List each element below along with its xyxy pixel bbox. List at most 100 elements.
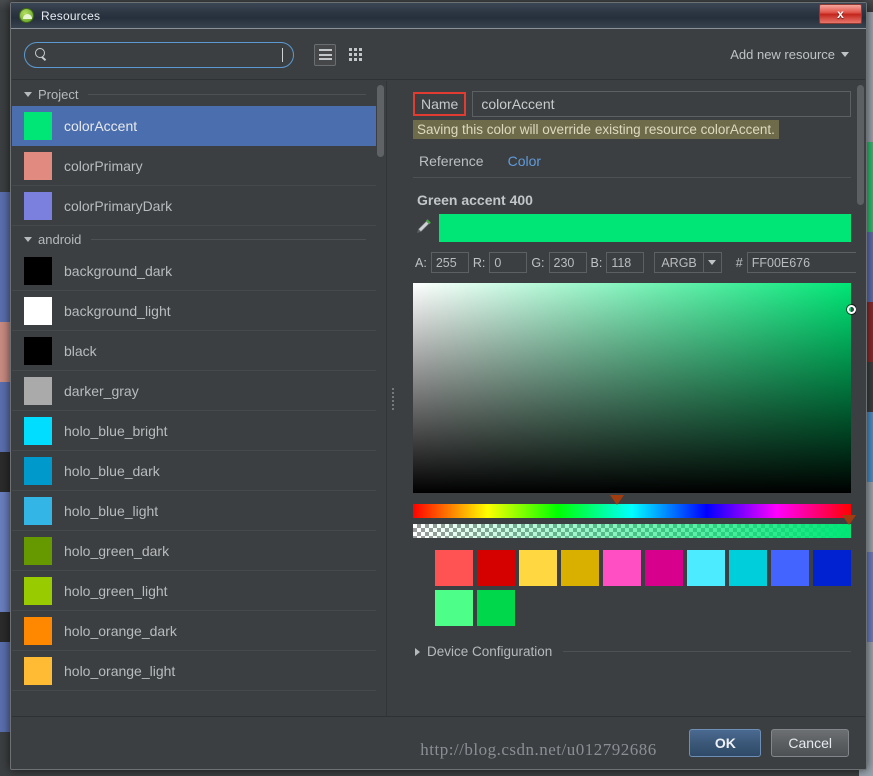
list-view-button[interactable] (314, 43, 336, 66)
editor-tabs: Reference Color (413, 139, 851, 178)
green-label: G: (531, 255, 545, 270)
resource-group-header[interactable]: Project (12, 81, 376, 106)
sv-cursor-icon[interactable] (847, 305, 856, 314)
resource-list[interactable]: Project colorAccent colorPrimary colorPrima… (12, 81, 376, 716)
group-divider (88, 94, 366, 95)
search-box[interactable] (24, 41, 294, 68)
pane-splitter[interactable] (387, 81, 399, 716)
resource-group-header[interactable]: android (12, 226, 376, 251)
add-new-resource-button[interactable]: Add new resource (730, 47, 851, 62)
view-mode-buttons (314, 43, 366, 66)
resource-item-label: colorPrimary (64, 157, 143, 174)
resource-list-item[interactable]: darker_gray (12, 371, 376, 411)
resource-item-label: background_dark (64, 262, 173, 279)
resource-item-label: holo_orange_light (64, 662, 176, 679)
tab-color[interactable]: Color (508, 153, 541, 169)
palette-swatch[interactable] (477, 550, 515, 586)
saturation-value-picker[interactable] (413, 283, 856, 493)
resource-list-item[interactable]: holo_blue_light (12, 491, 376, 531)
dialog-footer: OK Cancel (12, 716, 865, 768)
blue-input[interactable] (606, 252, 645, 273)
palette-swatch[interactable] (435, 590, 473, 626)
chevron-down-icon (841, 52, 849, 57)
resource-list-item[interactable]: holo_blue_bright (12, 411, 376, 451)
resource-group-label: android (38, 232, 82, 247)
alpha-label: A: (415, 255, 427, 270)
resource-list-item[interactable]: colorPrimaryDark (12, 186, 376, 226)
resource-list-item[interactable]: background_dark (12, 251, 376, 291)
resource-item-label: colorAccent (64, 117, 138, 134)
cancel-button[interactable]: Cancel (771, 728, 849, 757)
hex-input[interactable] (746, 252, 857, 273)
color-mode-select[interactable]: ARGB (654, 252, 722, 273)
palette-swatch[interactable] (813, 550, 851, 586)
hue-slider-thumb[interactable] (609, 495, 624, 505)
palette-swatch[interactable] (729, 550, 767, 586)
dialog-main: Project colorAccent colorPrimary colorPrima… (12, 81, 865, 716)
device-configuration-label: Device Configuration (427, 644, 553, 659)
chevron-down-icon (24, 237, 32, 242)
resources-dialog: Resources x Add new resource Project col… (10, 2, 867, 770)
resource-list-item[interactable]: background_light (12, 291, 376, 331)
alpha-input[interactable] (430, 252, 469, 273)
search-input[interactable] (54, 47, 277, 62)
hue-slider[interactable] (413, 495, 851, 518)
editor-scrollbar-thumb[interactable] (857, 85, 864, 205)
name-input[interactable] (472, 91, 851, 117)
tab-reference[interactable]: Reference (419, 153, 484, 169)
resource-list-scrollbar[interactable] (377, 85, 384, 157)
alpha-slider-thumb[interactable] (841, 515, 856, 525)
resource-color-swatch (24, 496, 52, 525)
eyedropper-icon[interactable] (415, 217, 433, 239)
resource-item-label: holo_orange_dark (64, 622, 177, 639)
palette-swatch[interactable] (603, 550, 641, 586)
color-preview-bar[interactable] (439, 214, 851, 242)
hash-label: # (735, 255, 743, 270)
resource-list-item[interactable]: holo_orange_light (12, 651, 376, 691)
device-configuration-section[interactable]: Device Configuration (413, 626, 851, 659)
resource-item-label: darker_gray (64, 382, 139, 399)
palette-swatch[interactable] (519, 550, 557, 586)
green-input[interactable] (548, 252, 587, 273)
color-preview-row (413, 214, 851, 242)
resource-item-label: holo_green_dark (64, 542, 170, 559)
close-icon[interactable]: x (819, 4, 862, 24)
grid-icon (348, 48, 362, 61)
resource-list-item[interactable]: colorPrimary (12, 146, 376, 186)
grid-view-button[interactable] (344, 44, 366, 66)
red-label: R: (472, 255, 486, 270)
color-editor-pane: Name Saving this color will override exi… (399, 81, 865, 716)
color-channel-fields: A: R: G: B: ARGB # (413, 242, 857, 273)
resource-list-pane: Project colorAccent colorPrimary colorPrima… (12, 81, 387, 716)
palette-swatch[interactable] (771, 550, 809, 586)
resource-list-item[interactable]: black (12, 331, 376, 371)
palette-swatch[interactable] (687, 550, 725, 586)
resource-list-item[interactable]: holo_blue_dark (12, 451, 376, 491)
resource-color-swatch (24, 256, 52, 285)
ok-button[interactable]: OK (689, 728, 762, 757)
window-title: Resources (41, 8, 101, 23)
resource-list-item[interactable]: holo_orange_dark (12, 611, 376, 651)
search-icon (35, 48, 48, 61)
resource-list-item[interactable]: colorAccent (12, 106, 376, 146)
name-label: Name (413, 92, 467, 116)
hue-gradient (413, 504, 851, 518)
editor-scrollbar[interactable] (856, 81, 865, 716)
palette-swatch[interactable] (561, 550, 599, 586)
dialog-titlebar[interactable]: Resources x (11, 3, 866, 29)
alpha-slider[interactable] (413, 515, 856, 538)
android-studio-icon (19, 8, 34, 23)
resource-color-swatch (24, 111, 52, 140)
palette-swatch[interactable] (645, 550, 683, 586)
resource-list-item[interactable]: holo_green_dark (12, 531, 376, 571)
palette-swatch[interactable] (435, 550, 473, 586)
red-input[interactable] (489, 252, 528, 273)
palette-swatch[interactable] (477, 590, 515, 626)
resource-color-swatch (24, 416, 52, 445)
resource-color-swatch (24, 616, 52, 645)
dialog-body: Add new resource Project colorAccent color… (12, 30, 865, 768)
blue-label: B: (590, 255, 603, 270)
list-icon (318, 49, 332, 60)
resource-list-item[interactable]: holo_green_light (12, 571, 376, 611)
resource-color-swatch (24, 296, 52, 325)
